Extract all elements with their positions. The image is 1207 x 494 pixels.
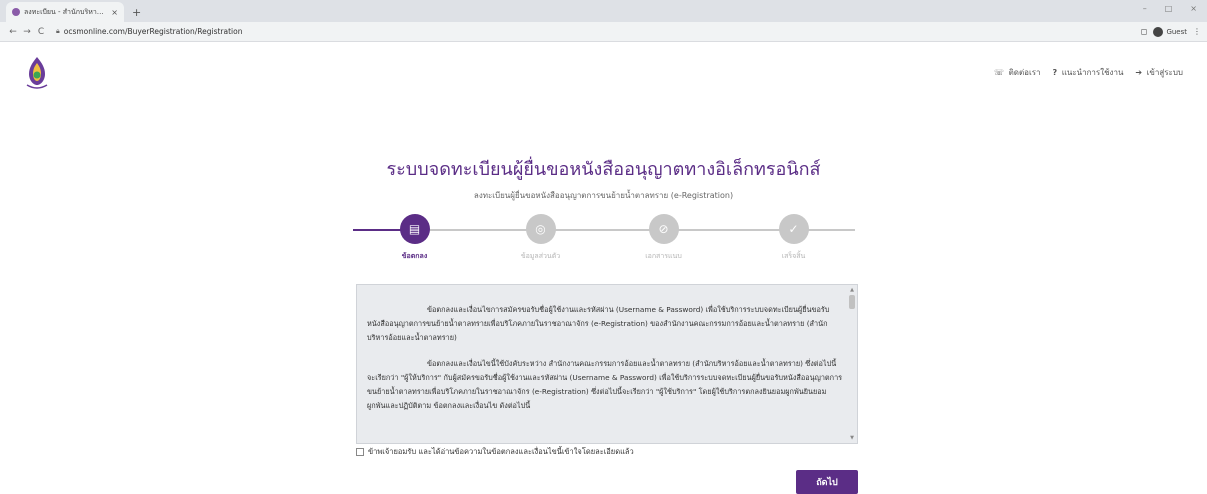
login-icon: ➔: [1135, 67, 1143, 77]
browser-toolbar: ← → C 🔒︎ ocsmonline.com/BuyerRegistratio…: [0, 22, 1207, 42]
step-label: เสร็จสิ้น: [781, 252, 806, 260]
menu-icon[interactable]: ⋮: [1193, 27, 1201, 36]
site-favicon-icon: [12, 8, 20, 16]
step-label: ข้อตกลง: [401, 252, 428, 260]
step-label: ข้อมูลส่วนตัว: [520, 252, 561, 260]
profile-label: Guest: [1166, 27, 1187, 36]
phone-icon: ☏: [994, 67, 1005, 77]
site-header: ☏ ติดต่อเรา ? แนะนำการใช้งาน ➔ เข้าสู่ระ…: [0, 42, 1207, 102]
ocsb-logo[interactable]: [24, 55, 50, 89]
step-personal-info: ◎ ข้อมูลส่วนตัว: [496, 214, 586, 262]
terms-textarea[interactable]: ข้อตกลงและเงื่อนไขการสมัครขอรับชื่อผู้ใช…: [356, 284, 858, 444]
step-finish: ✓ เสร็จสิ้น: [749, 214, 839, 262]
nav-help[interactable]: ? แนะนำการใช้งาน: [1053, 66, 1124, 79]
agree-checkbox-row[interactable]: ข้าพเจ้ายอมรับ และได้อ่านข้อความในข้อตกล…: [356, 446, 634, 458]
close-window-icon[interactable]: ×: [1190, 4, 1197, 13]
browser-tabbar: ลงทะเบียน - สำนักบริหารอ้อยและน้ำตาล × +…: [0, 0, 1207, 22]
check-icon: ✓: [778, 214, 809, 244]
help-icon: ?: [1052, 67, 1058, 77]
address-bar[interactable]: 🔒︎ ocsmonline.com/BuyerRegistration/Regi…: [56, 24, 1141, 39]
step-attachments: ⊘ เอกสารแนบ: [619, 214, 709, 262]
page-subtitle: ลงทะเบียนผู้ยื่นขอหนังสืออนุญาตการขนย้าย…: [473, 191, 734, 200]
header-nav: ☏ ติดต่อเรา ? แนะนำการใช้งาน ➔ เข้าสู่ระ…: [994, 66, 1183, 79]
nav-help-label: แนะนำการใช้งาน: [1061, 67, 1124, 77]
step-label: เอกสารแนบ: [645, 252, 682, 260]
nav-login-label: เข้าสู่ระบบ: [1146, 67, 1183, 77]
maximize-icon[interactable]: □: [1165, 4, 1173, 13]
nav-contact-label: ติดต่อเรา: [1008, 67, 1041, 77]
tab-close-icon[interactable]: ×: [111, 8, 118, 17]
url-text: ocsmonline.com/BuyerRegistration/Registr…: [63, 27, 243, 36]
clipboard-icon: ▤: [399, 214, 430, 244]
avatar-icon: [1153, 26, 1164, 37]
terms-scrollbar[interactable]: ▲ ▼: [848, 287, 856, 441]
step-agreement: ▤ ข้อตกลง: [370, 214, 460, 262]
tab-search-icon[interactable]: ◻: [1141, 27, 1148, 36]
page-title: ระบบจดทะเบียนผู้ยื่นขอหนังสืออนุญาตทางอิ…: [386, 159, 821, 180]
back-icon[interactable]: ←: [6, 27, 20, 37]
scroll-thumb[interactable]: [849, 295, 855, 309]
scroll-up-icon[interactable]: ▲: [848, 287, 856, 293]
profile-button[interactable]: Guest: [1153, 26, 1187, 37]
next-button[interactable]: ถัดไป: [796, 470, 858, 494]
terms-paragraph: ข้อตกลงและเงื่อนไขนี้ใช้บังคับระหว่าง สำ…: [367, 359, 843, 410]
nav-login[interactable]: ➔ เข้าสู่ระบบ: [1135, 66, 1183, 79]
tab-title: ลงทะเบียน - สำนักบริหารอ้อยและน้ำตาล: [24, 7, 107, 16]
reload-icon[interactable]: C: [34, 27, 48, 37]
new-tab-button[interactable]: +: [132, 6, 141, 19]
agree-checkbox[interactable]: [356, 448, 364, 456]
browser-tab[interactable]: ลงทะเบียน - สำนักบริหารอ้อยและน้ำตาล ×: [6, 2, 124, 22]
registration-stepper: ▤ ข้อตกลง ◎ ข้อมูลส่วนตัว ⊘ เอกสารแนบ ✓ …: [352, 214, 855, 274]
user-icon: ◎: [525, 214, 556, 244]
nav-contact[interactable]: ☏ ติดต่อเรา: [994, 66, 1040, 79]
scroll-down-icon[interactable]: ▼: [848, 435, 856, 441]
agree-label: ข้าพเจ้ายอมรับ และได้อ่านข้อความในข้อตกล…: [368, 447, 634, 456]
window-controls: – □ ×: [1143, 4, 1197, 13]
minimize-icon[interactable]: –: [1143, 4, 1147, 13]
lock-icon: 🔒︎: [56, 27, 60, 35]
paperclip-icon: ⊘: [648, 214, 679, 244]
forward-icon[interactable]: →: [20, 27, 34, 37]
terms-paragraph: ข้อตกลงและเงื่อนไขการสมัครขอรับชื่อผู้ใช…: [367, 305, 830, 342]
